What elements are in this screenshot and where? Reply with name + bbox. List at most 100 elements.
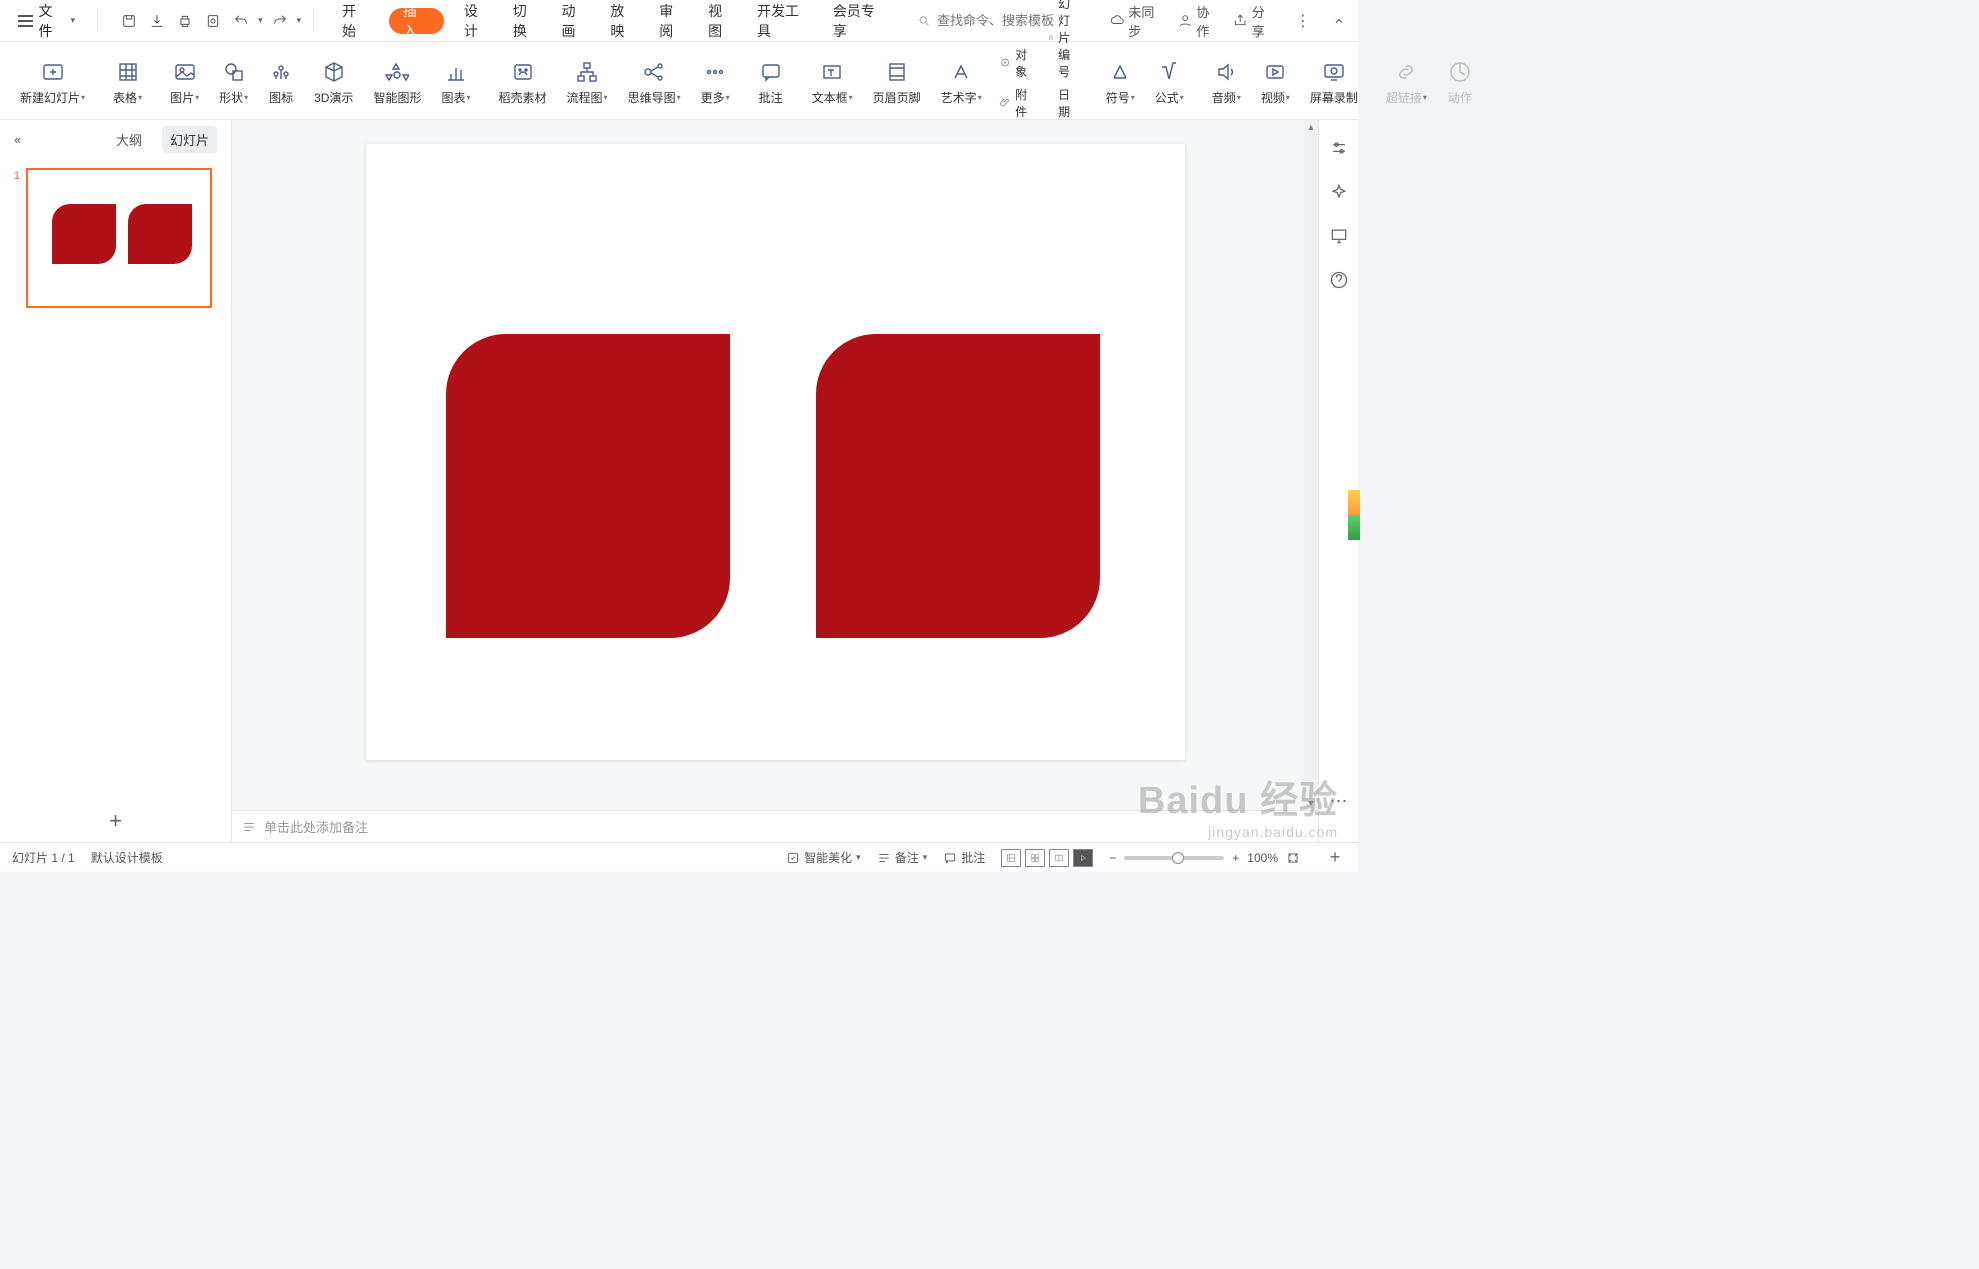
tab-review[interactable]: 审阅 <box>657 0 688 41</box>
zoom-in-button[interactable]: + <box>1232 851 1239 865</box>
daoke-button[interactable]: 稻壳素材 <box>489 59 557 106</box>
outline-tab[interactable]: 大纲 <box>108 126 150 153</box>
vertical-scrollbar[interactable]: ▲ ▼ <box>1304 120 1318 810</box>
icons-button[interactable]: 图标 <box>258 59 304 106</box>
chart-button[interactable]: 图表▾ <box>431 59 480 106</box>
slide-canvas[interactable] <box>366 144 1185 760</box>
sync-status[interactable]: 未同步 <box>1110 2 1166 40</box>
sparkle-icon[interactable] <box>1329 182 1349 202</box>
thumbnail-list: 1 <box>0 158 231 800</box>
icons-label: 图标 <box>269 89 293 106</box>
wordart-button[interactable]: 艺术字▾ <box>931 59 992 106</box>
screenrec-button[interactable]: 屏幕录制 <box>1300 59 1368 106</box>
save-as-icon[interactable] <box>146 10 168 32</box>
reading-view-icon[interactable] <box>1049 849 1069 867</box>
undo-dropdown-icon[interactable]: ▾ <box>258 15 263 26</box>
redo-icon[interactable] <box>269 10 291 32</box>
collab-button[interactable]: 协作 <box>1178 2 1221 40</box>
video-button[interactable]: 视频▾ <box>1251 59 1300 106</box>
object-button[interactable]: 对象 <box>1000 46 1032 80</box>
slides-tab[interactable]: 幻灯片 <box>162 126 217 153</box>
shapes-button[interactable]: 形状▾ <box>209 59 258 106</box>
hamburger-icon <box>18 15 33 27</box>
normal-view-icon[interactable] <box>1001 849 1021 867</box>
comment-button[interactable]: 批注 <box>748 59 794 106</box>
symbol-button[interactable]: 符号▾ <box>1096 59 1145 106</box>
zoom-value[interactable]: 100% <box>1247 851 1278 865</box>
sorter-view-icon[interactable] <box>1025 849 1045 867</box>
table-button[interactable]: 表格▾ <box>103 59 152 106</box>
tab-slideshow[interactable]: 放映 <box>608 0 639 41</box>
thumbnail-preview[interactable] <box>26 168 212 308</box>
action-label: 动作 <box>1448 89 1472 106</box>
headerfooter-button[interactable]: 页眉页脚 <box>863 59 931 106</box>
zoom-slider-knob[interactable] <box>1172 852 1184 864</box>
collapse-ribbon-icon[interactable] <box>1329 10 1350 32</box>
qat-customize-icon[interactable]: ▾ <box>297 15 302 26</box>
comments-toggle[interactable]: 批注 <box>943 849 985 866</box>
rail-more-icon[interactable]: ⋯ <box>1330 791 1348 812</box>
hyperlink-button[interactable]: 超链接▾ <box>1376 59 1437 106</box>
settings-slider-icon[interactable] <box>1329 138 1349 158</box>
print-preview-icon[interactable] <box>202 10 224 32</box>
notes-label: 备注 <box>895 849 919 866</box>
undo-icon[interactable] <box>230 10 252 32</box>
notes-bar[interactable]: 单击此处添加备注 <box>232 810 1318 842</box>
flowchart-button[interactable]: 流程图▾ <box>557 59 618 106</box>
equation-button[interactable]: 公式▾ <box>1145 59 1194 106</box>
scroll-up-icon[interactable]: ▲ <box>1304 120 1318 134</box>
audio-label: 音频 <box>1212 89 1236 106</box>
statusbar-add-button[interactable]: + <box>1324 847 1346 869</box>
picture-icon <box>172 59 198 85</box>
present-icon[interactable] <box>1329 226 1349 246</box>
textbox-button[interactable]: 文本框▾ <box>802 59 863 106</box>
beautify-button[interactable]: 智能美化▾ <box>786 849 861 866</box>
collapse-navigator-icon[interactable]: « <box>14 132 21 147</box>
help-icon[interactable] <box>1329 270 1349 290</box>
ribbon: 新建幻灯片▾ 表格▾ 图片▾ 形状▾ 图标 3D演示 智能图形 <box>0 42 1358 120</box>
rounded-shape-2[interactable] <box>816 334 1100 638</box>
rounded-shape-1[interactable] <box>446 334 730 638</box>
view-mode-icons <box>1001 849 1093 867</box>
attachment-button[interactable]: 附件 <box>1000 86 1032 120</box>
tab-home[interactable]: 开始 <box>340 0 371 41</box>
share-button[interactable]: 分享 <box>1233 2 1276 40</box>
thumbnail-item[interactable]: 1 <box>8 168 223 308</box>
fit-to-window-icon[interactable] <box>1286 851 1300 865</box>
screen-record-icon <box>1321 59 1347 85</box>
audio-icon <box>1213 59 1239 85</box>
zoom-out-button[interactable]: − <box>1109 851 1116 865</box>
new-slide-button[interactable]: 新建幻灯片▾ <box>10 59 95 106</box>
tab-devtools[interactable]: 开发工具 <box>755 0 813 41</box>
tab-insert[interactable]: 插入 <box>389 8 444 34</box>
canvas-area[interactable]: ▲ ▼ <box>232 120 1318 810</box>
slidenum-button[interactable]: 幻灯片编号 <box>1048 0 1080 80</box>
smartart-button[interactable]: 智能图形 <box>363 59 431 106</box>
more-menu-icon[interactable]: ⋮ <box>1289 11 1317 31</box>
tab-transition[interactable]: 切换 <box>511 0 542 41</box>
tab-animation[interactable]: 动画 <box>560 0 591 41</box>
save-icon[interactable] <box>118 10 140 32</box>
more-button[interactable]: 更多▾ <box>691 59 740 106</box>
tab-member[interactable]: 会员专享 <box>831 0 889 41</box>
zoom-slider[interactable] <box>1124 856 1224 860</box>
tab-view[interactable]: 视图 <box>706 0 737 41</box>
scroll-track[interactable] <box>1304 134 1318 796</box>
print-icon[interactable] <box>174 10 196 32</box>
slideshow-view-icon[interactable] <box>1073 849 1093 867</box>
tab-design[interactable]: 设计 <box>462 0 493 41</box>
audio-button[interactable]: 音频▾ <box>1202 59 1251 106</box>
file-menu[interactable]: 文件 ▾ <box>8 6 85 36</box>
equation-icon <box>1156 59 1182 85</box>
wordart-label: 艺术字 <box>941 89 977 106</box>
mindmap-button[interactable]: 思维导图▾ <box>618 59 691 106</box>
3d-button[interactable]: 3D演示 <box>304 59 363 106</box>
action-button[interactable]: 动作 <box>1437 59 1483 106</box>
scroll-down-icon[interactable]: ▼ <box>1304 796 1318 810</box>
picture-button[interactable]: 图片▾ <box>160 59 209 106</box>
new-slide-label: 新建幻灯片 <box>20 89 80 106</box>
notes-toggle[interactable]: 备注▾ <box>877 849 928 866</box>
add-slide-button[interactable]: + <box>0 800 231 842</box>
status-bar: 幻灯片 1 / 1 默认设计模板 智能美化▾ 备注▾ 批注 − + 100% + <box>0 842 1358 872</box>
shapes-icon <box>221 59 247 85</box>
